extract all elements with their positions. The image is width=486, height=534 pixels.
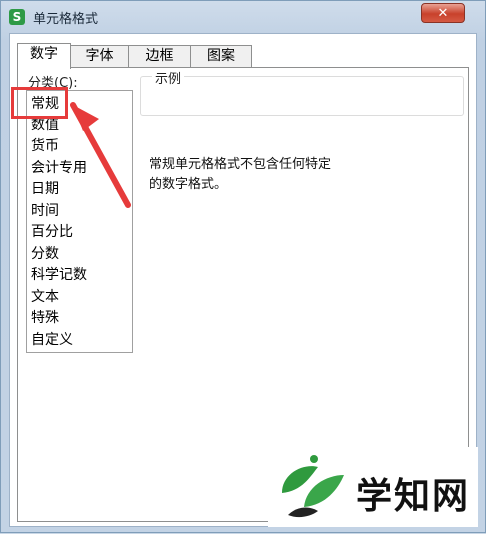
category-item-currency[interactable]: 货币 — [31, 135, 59, 155]
dialog-title: 单元格格式 — [33, 12, 99, 27]
category-list[interactable]: 常规 数值 货币 会计专用 日期 时间 百分比 分数 科学记数 文本 特殊 自定… — [26, 90, 133, 353]
title-bar[interactable]: S 单元格格式 ✕ — [1, 1, 485, 33]
tab-number[interactable]: 数字 — [17, 43, 71, 69]
close-button[interactable]: ✕ — [421, 3, 465, 23]
tab-border[interactable]: 边框 — [128, 45, 191, 67]
watermark-text: 学知网 — [356, 475, 471, 517]
category-item-date[interactable]: 日期 — [31, 178, 59, 198]
format-description: 常规单元格格式不包含任何特定 的数字格式。 — [149, 155, 379, 195]
category-item-text[interactable]: 文本 — [31, 286, 59, 306]
tab-font[interactable]: 字体 — [70, 45, 129, 67]
highlight-box — [11, 87, 68, 119]
tab-pattern[interactable]: 图案 — [190, 45, 252, 67]
description-line-2: 的数字格式。 — [149, 177, 228, 192]
category-item-special[interactable]: 特殊 — [31, 307, 59, 327]
app-logo-icon: S — [9, 9, 25, 25]
category-item-scientific[interactable]: 科学记数 — [31, 264, 87, 284]
sample-group — [140, 76, 464, 116]
category-item-percentage[interactable]: 百分比 — [31, 221, 73, 241]
category-item-time[interactable]: 时间 — [31, 200, 59, 220]
watermark: 学知网 — [268, 447, 478, 527]
category-item-custom[interactable]: 自定义 — [31, 329, 73, 349]
format-cells-dialog: S 单元格格式 ✕ 数字 字体 边框 图案 分类(C): 常规 数值 货币 会计… — [0, 0, 486, 533]
leaf-logo-icon — [282, 455, 344, 518]
description-line-1: 常规单元格格式不包含任何特定 — [149, 157, 332, 172]
sample-legend: 示例 — [152, 68, 185, 87]
category-item-fraction[interactable]: 分数 — [31, 243, 59, 263]
category-item-accounting[interactable]: 会计专用 — [31, 157, 87, 177]
